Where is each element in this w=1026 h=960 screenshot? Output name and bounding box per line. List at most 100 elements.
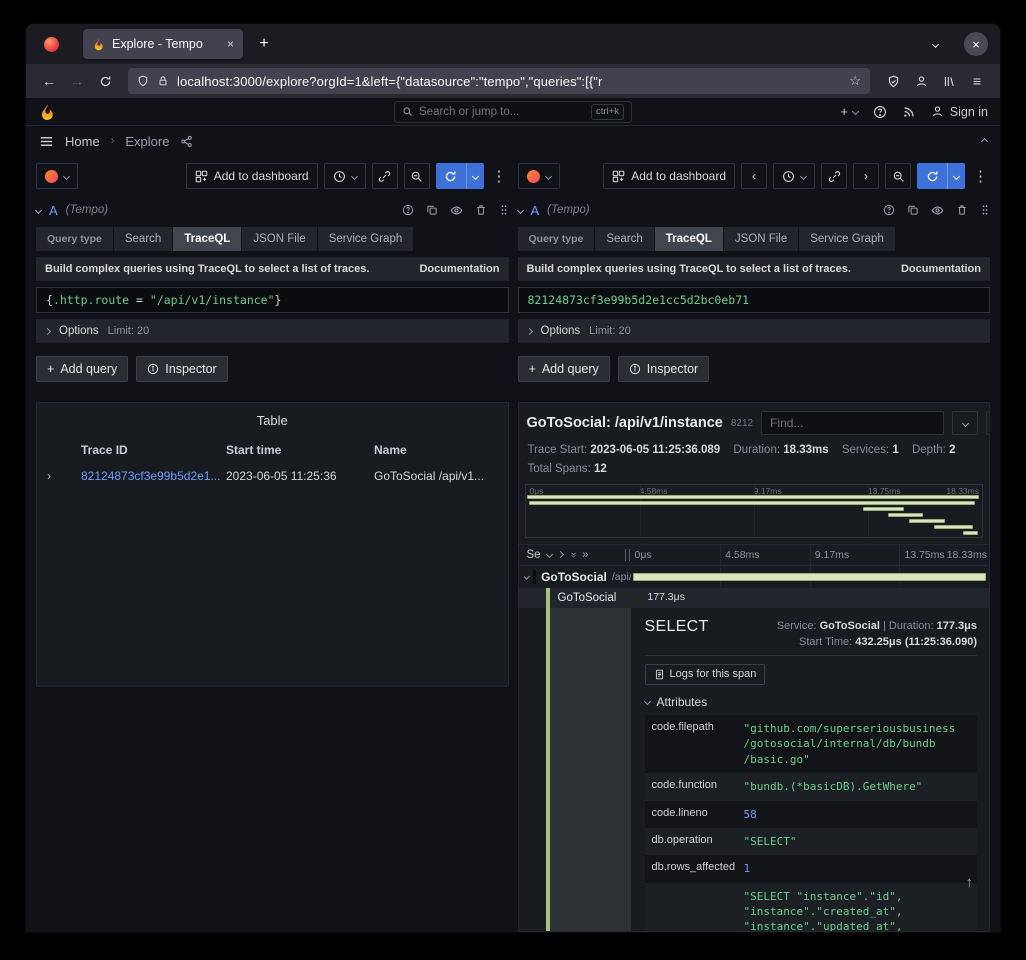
options-expand-icon[interactable]: [44, 327, 51, 334]
library-icon[interactable]: [936, 68, 962, 94]
traceql-query-input[interactable]: 82124873cf3e99b5d2e1cc5d2bc0eb71: [518, 287, 991, 313]
scroll-to-top-icon[interactable]: ↑: [966, 874, 974, 891]
copy-link-icon[interactable]: [821, 163, 847, 189]
child-span-bar[interactable]: [638, 593, 641, 603]
traceql-query-input[interactable]: {.http.route = "/api/v1/instance"}: [36, 287, 509, 313]
find-input[interactable]: [770, 416, 935, 430]
time-picker-button[interactable]: [773, 163, 815, 189]
add-query-button[interactable]: + Add query: [36, 356, 128, 382]
run-query-caret[interactable]: [947, 163, 965, 189]
new-button[interactable]: +: [840, 105, 857, 119]
span-row-selected[interactable]: GoToSocial 177.3μs: [519, 588, 990, 608]
new-tab-button[interactable]: +: [251, 31, 277, 57]
help-icon[interactable]: [873, 105, 887, 119]
tab-traceql[interactable]: TraceQL: [655, 227, 723, 251]
firefox-icon[interactable]: [44, 37, 59, 52]
datasource-picker[interactable]: [518, 163, 560, 189]
options-expand-icon[interactable]: [525, 327, 532, 334]
tab-json-file[interactable]: JSON File: [724, 227, 798, 251]
tab-search[interactable]: Search: [595, 227, 653, 251]
trace-id-link[interactable]: 82124873cf3e99b5d2e1...: [81, 469, 226, 483]
add-to-dashboard-button[interactable]: Add to dashboard: [603, 163, 735, 189]
forward-icon[interactable]: →: [64, 68, 90, 94]
datasource-picker[interactable]: [36, 163, 78, 189]
sign-in-button[interactable]: Sign in: [931, 105, 988, 119]
tab-service-graph[interactable]: Service Graph: [799, 227, 895, 251]
trace-minimap[interactable]: 0μs 4.58ms 9.17ms 13.75ms 18.33ms: [525, 484, 984, 538]
tab-json-file[interactable]: JSON File: [242, 227, 316, 251]
bookmark-star-icon[interactable]: ☆: [849, 73, 861, 89]
menu-icon[interactable]: ≡: [964, 68, 990, 94]
mega-menu-icon[interactable]: [39, 134, 54, 149]
attributes-accordion[interactable]: Attributes: [645, 695, 978, 709]
news-icon[interactable]: [902, 105, 916, 119]
table-row[interactable]: › 82124873cf3e99b5d2e1... 2023-06-05 11:…: [37, 464, 508, 488]
collapse-all-icon[interactable]: »: [567, 552, 577, 558]
tab-close-icon[interactable]: ×: [219, 37, 234, 51]
shield-icon[interactable]: [880, 68, 906, 94]
expand-all-icon[interactable]: »: [582, 549, 588, 561]
collapse-one-icon[interactable]: [557, 551, 564, 558]
drag-handle-icon[interactable]: [499, 204, 509, 216]
breadcrumb-home[interactable]: Home: [65, 134, 100, 149]
list-all-tabs-icon[interactable]: [922, 31, 948, 57]
duplicate-query-icon[interactable]: [907, 204, 919, 216]
remove-query-icon[interactable]: [956, 204, 968, 216]
window-close-button[interactable]: ×: [964, 32, 988, 56]
find-next-button[interactable]: [952, 411, 978, 435]
root-span-bar[interactable]: [633, 573, 987, 581]
remove-query-icon[interactable]: [475, 204, 487, 216]
duplicate-query-icon[interactable]: [426, 204, 438, 216]
site-permissions-icon[interactable]: [157, 75, 169, 87]
options-row[interactable]: Options Limit: 20: [518, 319, 991, 343]
disable-query-icon[interactable]: [450, 204, 463, 217]
zoom-out-icon[interactable]: [404, 163, 430, 189]
column-trace-id[interactable]: Trace ID: [81, 443, 226, 457]
column-resize-handle[interactable]: [625, 549, 630, 561]
service-selector-caret-icon[interactable]: [546, 551, 553, 558]
find-in-trace-input[interactable]: [761, 411, 944, 435]
tab-traceql[interactable]: TraceQL: [173, 227, 241, 251]
pane-kebab-icon[interactable]: ⋮: [971, 167, 990, 185]
pane-kebab-icon[interactable]: ⋮: [490, 167, 509, 185]
account-icon[interactable]: [908, 68, 934, 94]
column-start-time[interactable]: Start time: [226, 443, 374, 457]
query-help-icon[interactable]: [883, 204, 895, 216]
refresh-icon[interactable]: [436, 163, 466, 189]
documentation-link[interactable]: Documentation: [901, 263, 981, 275]
disable-query-icon[interactable]: [931, 204, 944, 217]
collapse-query-icon[interactable]: [35, 206, 42, 213]
global-search[interactable]: ctrl+k: [394, 101, 632, 123]
inspector-button[interactable]: Inspector: [618, 356, 709, 382]
documentation-link[interactable]: Documentation: [419, 263, 499, 275]
time-picker-button[interactable]: [324, 163, 366, 189]
url-text[interactable]: localhost:3000/explore?orgId=1&left={"da…: [177, 74, 841, 89]
run-query-button[interactable]: [917, 163, 965, 189]
collapse-query-icon[interactable]: [516, 206, 523, 213]
grafana-logo[interactable]: [38, 103, 56, 121]
logs-for-span-button[interactable]: Logs for this span: [645, 664, 766, 685]
reload-icon[interactable]: [92, 68, 118, 94]
tab-service-graph[interactable]: Service Graph: [318, 227, 414, 251]
tracking-protection-icon[interactable]: [137, 75, 149, 87]
run-query-button[interactable]: [436, 163, 484, 189]
url-bar[interactable]: localhost:3000/explore?orgId=1&left={"da…: [128, 68, 870, 94]
refresh-icon[interactable]: [917, 163, 947, 189]
row-expand-icon[interactable]: ›: [47, 469, 81, 483]
service-operation-selector[interactable]: Se: [527, 549, 541, 561]
run-query-caret[interactable]: [466, 163, 484, 189]
span-collapse-icon[interactable]: [523, 574, 529, 580]
add-query-button[interactable]: + Add query: [518, 356, 610, 382]
copy-link-icon[interactable]: [372, 163, 398, 189]
query-help-icon[interactable]: [402, 204, 414, 216]
tab-search[interactable]: Search: [114, 227, 172, 251]
breadcrumb-explore[interactable]: Explore: [125, 134, 169, 149]
shift-time-forward-icon[interactable]: ›: [853, 163, 879, 189]
zoom-out-icon[interactable]: [885, 163, 911, 189]
find-prev-button[interactable]: [986, 411, 990, 435]
column-name[interactable]: Name: [374, 443, 498, 457]
span-row-root[interactable]: GoToSocial /api/...: [519, 566, 990, 588]
back-icon[interactable]: ←: [36, 68, 62, 94]
share-icon[interactable]: [180, 135, 193, 148]
browser-tab-explore-tempo[interactable]: Explore - Tempo ×: [83, 29, 243, 59]
